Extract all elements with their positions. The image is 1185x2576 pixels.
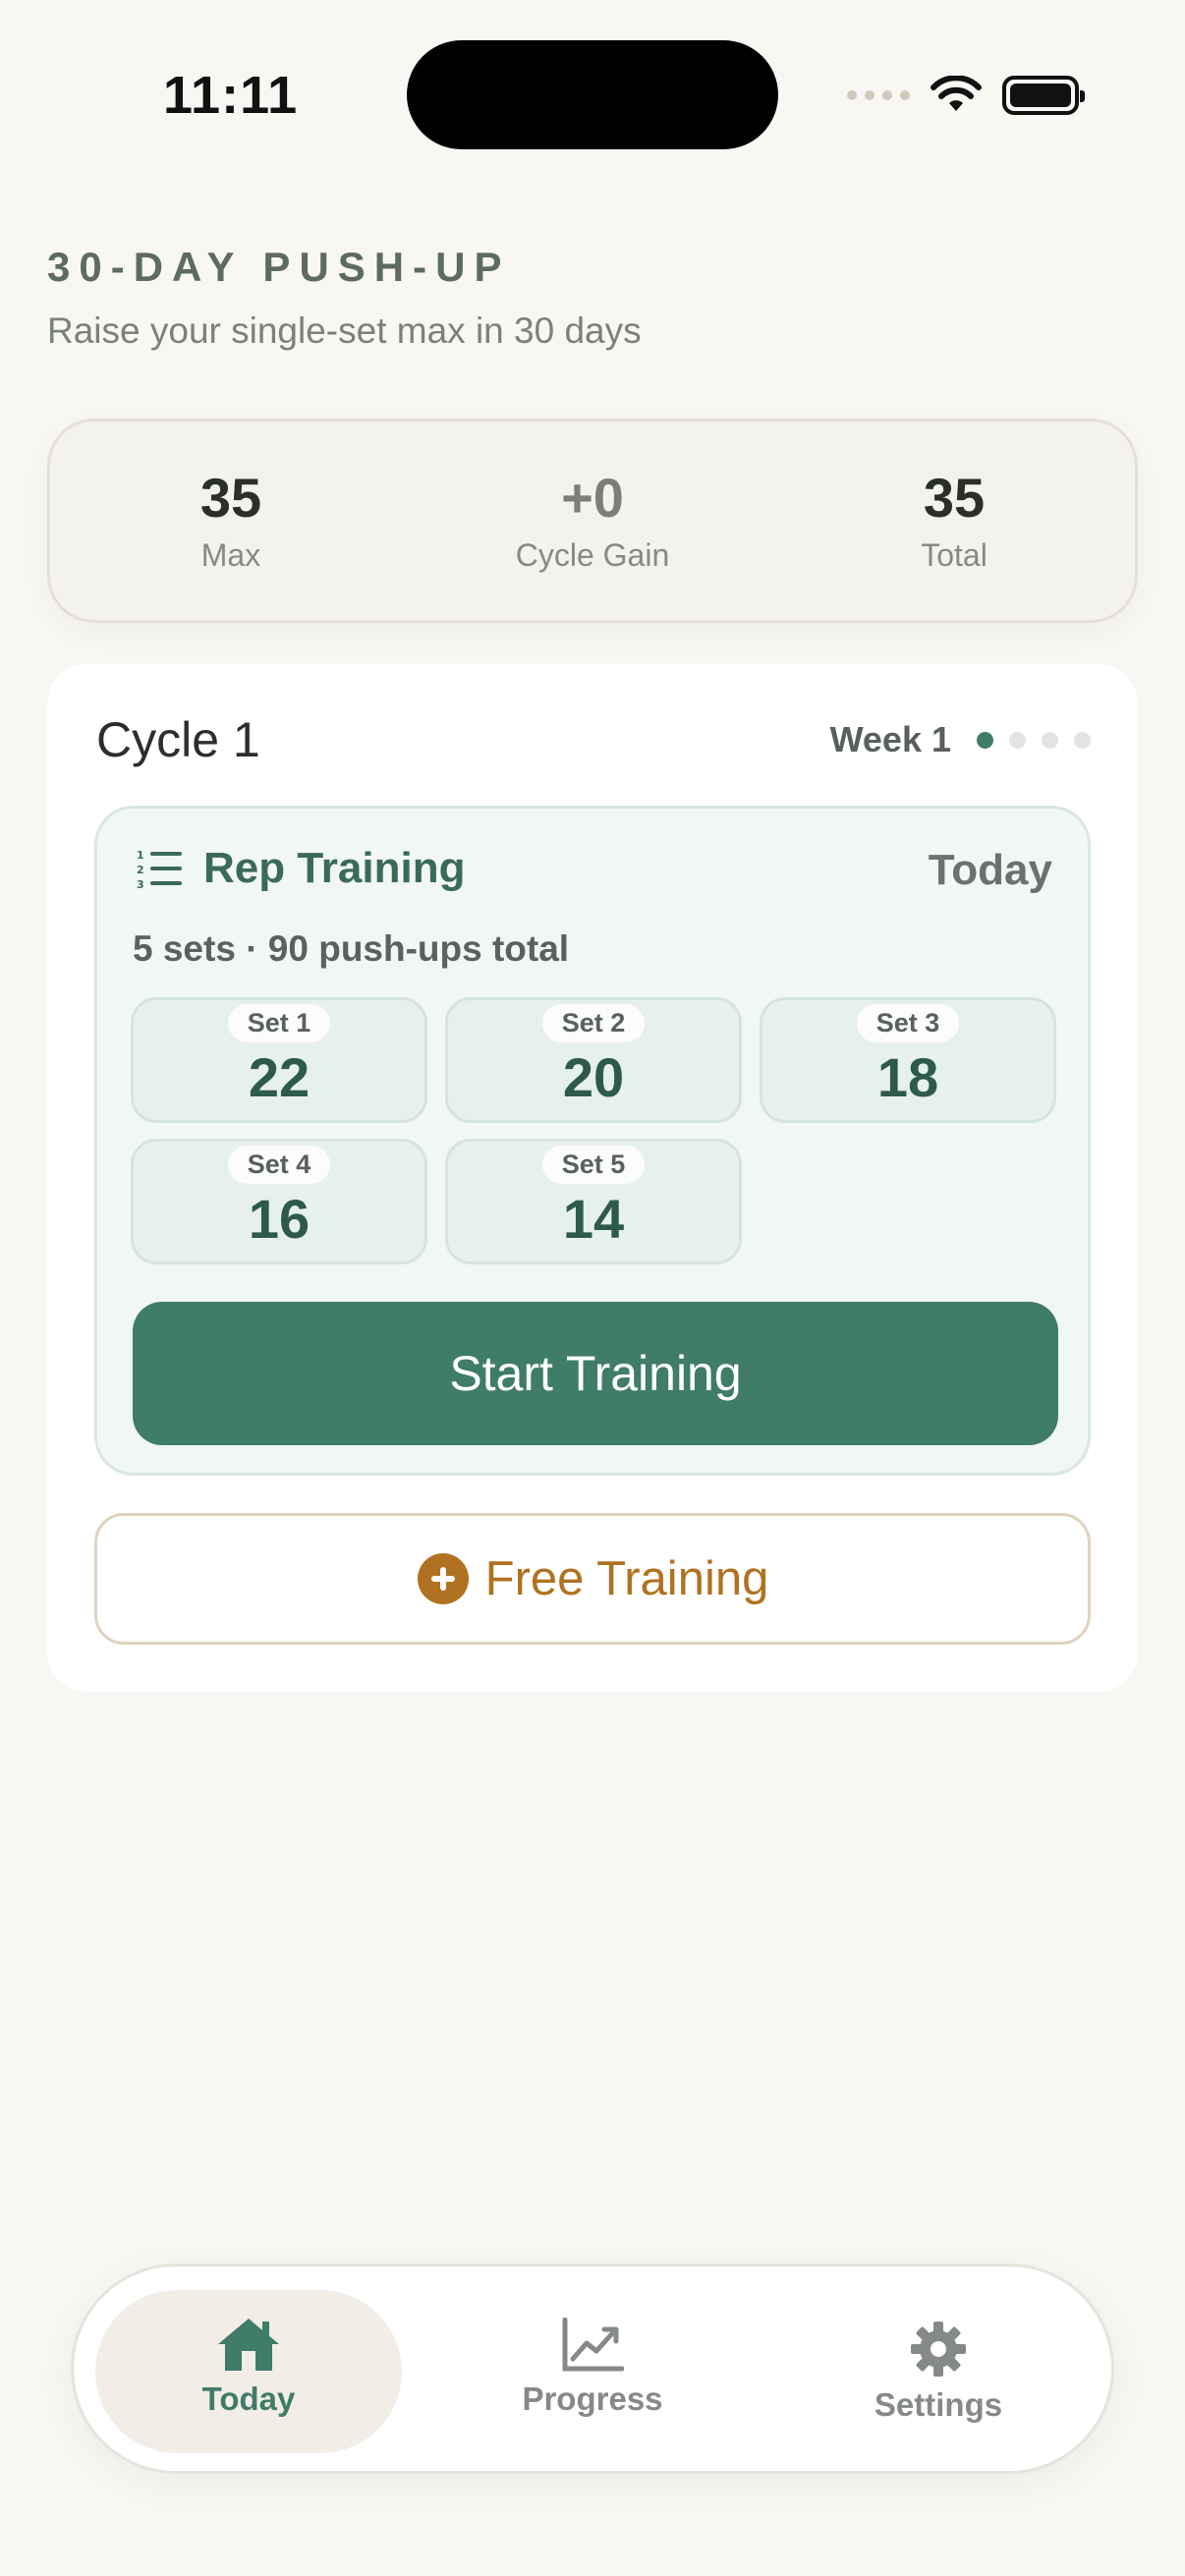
status-time: 11:11: [163, 66, 299, 125]
set-card: Set 4 16: [131, 1139, 427, 1264]
stat-value: 35: [923, 466, 986, 529]
start-training-button[interactable]: Start Training: [133, 1302, 1058, 1445]
week-indicator: Week 1: [830, 719, 1091, 760]
set-label: Set 5: [541, 1146, 646, 1184]
week-dot-3: [1042, 731, 1058, 749]
tab-progress[interactable]: Progress: [465, 2267, 720, 2471]
tab-progress-label: Progress: [522, 2380, 663, 2417]
set-label: Set 3: [856, 1004, 960, 1042]
stat-max: 35 Max: [50, 468, 412, 575]
tab-today-label: Today: [201, 2380, 296, 2417]
stat-label: Max: [200, 537, 261, 574]
cycle-title: Cycle 1: [96, 712, 260, 767]
stat-value: +0: [561, 466, 624, 529]
set-label: Set 1: [227, 1004, 331, 1042]
free-training-label: Free Training: [484, 1552, 769, 1605]
free-training-button[interactable]: Free Training: [94, 1513, 1091, 1645]
stat-value: 35: [199, 466, 262, 529]
stats-card: 35 Max +0 Cycle Gain 35 Total: [47, 419, 1138, 623]
set-label: Set 2: [541, 1004, 646, 1042]
day-label: Today: [928, 846, 1052, 894]
stat-label: Total: [921, 537, 988, 574]
set-card: Set 5 14: [445, 1139, 742, 1264]
set-label: Set 4: [227, 1146, 331, 1184]
signal-dots-icon: [847, 90, 910, 100]
numbered-list-icon: 1 2 3: [137, 849, 182, 890]
wifi-icon: [931, 76, 982, 111]
set-reps: 16: [248, 1188, 310, 1250]
status-icons: [847, 71, 1085, 120]
battery-icon: [1002, 76, 1085, 115]
tab-settings[interactable]: Settings: [811, 2267, 1066, 2471]
set-reps: 20: [562, 1046, 625, 1108]
rep-training-panel: 1 2 3 Rep Training Today 5 sets · 90 pus…: [94, 806, 1091, 1476]
rep-training-header: 1 2 3 Rep Training: [135, 844, 465, 893]
svg-text:1: 1: [137, 849, 144, 862]
svg-text:2: 2: [137, 864, 144, 876]
tab-today[interactable]: Today: [95, 2290, 402, 2453]
gear-icon: [911, 2322, 966, 2377]
week-dot-1: [977, 731, 993, 749]
chart-icon: [562, 2318, 624, 2372]
set-reps: 22: [248, 1046, 310, 1108]
set-card: Set 2 20: [445, 997, 742, 1123]
tab-settings-label: Settings: [874, 2386, 1003, 2423]
week-label: Week 1: [829, 719, 951, 759]
set-card: Set 3 18: [760, 997, 1056, 1123]
training-summary: 5 sets · 90 push-ups total: [133, 928, 570, 969]
status-bar: 11:11: [0, 0, 1185, 196]
stat-label: Cycle Gain: [515, 537, 670, 574]
set-card: Set 1 22: [131, 997, 427, 1123]
app-subtitle: Raise your single-set max in 30 days: [47, 310, 642, 351]
app-title: 30-DAY PUSH-UP: [47, 244, 511, 290]
cycle-card: Cycle 1 Week 1 1 2 3 Rep Training Today …: [47, 664, 1138, 1692]
stat-cycle-gain: +0 Cycle Gain: [412, 468, 773, 575]
set-reps: 14: [562, 1188, 625, 1250]
set-reps: 18: [876, 1046, 939, 1108]
home-icon: [218, 2319, 279, 2371]
dynamic-island: [407, 40, 778, 149]
week-dot-2: [1009, 731, 1026, 749]
plus-circle-icon: [417, 1553, 469, 1604]
week-dot-4: [1074, 731, 1091, 749]
tab-bar: Today Progress Settings: [71, 2264, 1114, 2474]
stat-total: 35 Total: [773, 468, 1135, 575]
rep-training-title: Rep Training: [203, 844, 466, 892]
svg-text:3: 3: [137, 878, 144, 890]
